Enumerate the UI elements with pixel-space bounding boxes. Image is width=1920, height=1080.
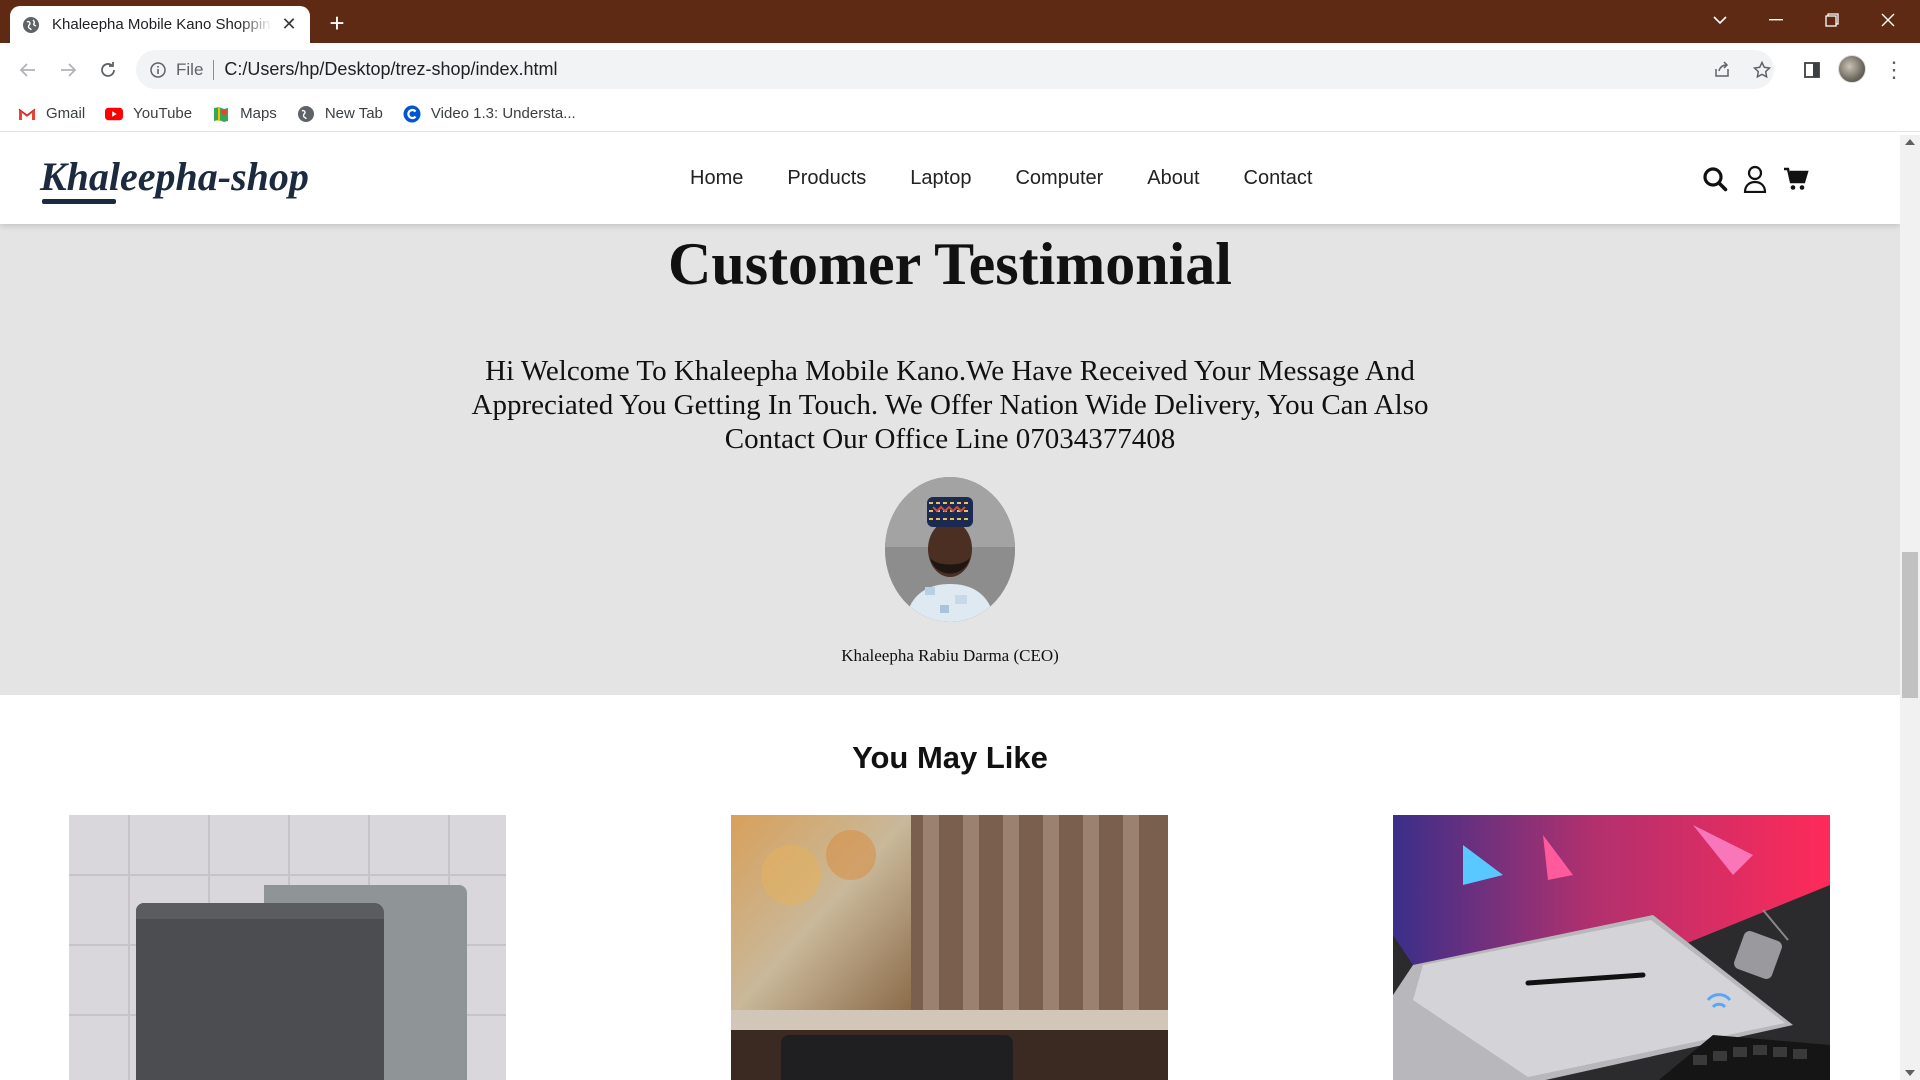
nav-products[interactable]: Products: [787, 167, 866, 190]
bookmark-label: New Tab: [324, 105, 383, 122]
site-nav: Home Products Laptop Computer About Cont…: [690, 167, 1356, 190]
nav-about[interactable]: About: [1147, 167, 1199, 190]
page-scrollbar[interactable]: [1900, 135, 1920, 1080]
tab-title: Khaleepha Mobile Kano Shopping: [52, 16, 272, 33]
product-image-laptop-2[interactable]: [731, 815, 1168, 1080]
scroll-up-arrow-icon[interactable]: [1905, 139, 1915, 145]
site-header: Khaleepha-shop Home Products Laptop Comp…: [0, 135, 1900, 224]
nav-home[interactable]: Home: [690, 167, 743, 190]
forward-arrow-icon[interactable]: [52, 54, 84, 86]
site-logo[interactable]: Khaleepha-shop: [40, 153, 309, 200]
user-icon[interactable]: [1741, 165, 1769, 193]
scroll-down-arrow-icon[interactable]: [1905, 1070, 1915, 1076]
bookmarks-bar: Gmail YouTube Maps New Tab Video 1.3: Un…: [0, 96, 1920, 132]
side-panel-icon[interactable]: [1796, 54, 1828, 86]
scrollbar-thumb[interactable]: [1902, 552, 1918, 698]
bookmark-youtube[interactable]: YouTube: [105, 105, 192, 123]
restore-button[interactable]: [1804, 0, 1860, 40]
testimonial-author: Khaleepha Rabiu Darma (CEO): [841, 646, 1059, 665]
minimize-button[interactable]: [1748, 0, 1804, 40]
share-icon[interactable]: [1706, 54, 1738, 86]
globe-icon: [22, 16, 40, 34]
tab-search-icon[interactable]: [1692, 0, 1748, 40]
url-separator: [213, 59, 215, 80]
bookmark-label: Gmail: [46, 105, 86, 122]
info-icon[interactable]: [150, 61, 166, 78]
product-image-laptop-1[interactable]: [69, 815, 506, 1080]
search-icon[interactable]: [1701, 165, 1729, 193]
page-viewport: Khaleepha-shop Home Products Laptop Comp…: [0, 135, 1900, 1080]
address-bar[interactable]: File C:/Users/hp/Desktop/trez-shop/index…: [136, 50, 1774, 89]
testimonial-title: Customer Testimonial: [668, 231, 1232, 297]
globe-icon: [297, 105, 315, 123]
close-window-button[interactable]: [1860, 0, 1916, 40]
testimonial-section: Customer Testimonial Hi Welcome To Khale…: [0, 224, 1900, 695]
logo-underline: [42, 199, 116, 204]
youtube-icon: [105, 105, 124, 123]
bookmark-label: Maps: [240, 105, 277, 122]
ceo-avatar: [885, 477, 1015, 622]
url-text[interactable]: C:/Users/hp/Desktop/trez-shop/index.html: [224, 59, 557, 80]
gmail-icon: [18, 105, 36, 123]
coursera-icon: [403, 105, 421, 123]
bookmark-coursera-video[interactable]: Video 1.3: Understa...: [403, 105, 576, 123]
bookmark-new-tab[interactable]: New Tab: [297, 105, 383, 123]
product-image-gaming-setup[interactable]: [1393, 815, 1830, 1080]
maps-icon: [212, 105, 230, 123]
profile-avatar[interactable]: [1838, 55, 1866, 83]
browser-title-bar: Khaleepha Mobile Kano Shopping ✕ +: [0, 0, 1920, 43]
browser-tab[interactable]: Khaleepha Mobile Kano Shopping ✕: [10, 6, 310, 43]
you-may-like-title: You May Like: [852, 740, 1048, 775]
back-arrow-icon[interactable]: [12, 54, 44, 86]
new-tab-button[interactable]: +: [322, 8, 352, 38]
bookmark-maps[interactable]: Maps: [212, 105, 277, 123]
bookmark-label: Video 1.3: Understa...: [430, 105, 576, 122]
bookmark-label: YouTube: [133, 105, 193, 122]
nav-computer[interactable]: Computer: [1015, 167, 1103, 190]
cart-icon[interactable]: [1782, 165, 1810, 193]
testimonial-text: Hi Welcome To Khaleepha Mobile Kano.We H…: [471, 355, 1429, 455]
url-scheme: File: [176, 59, 204, 79]
bookmark-gmail[interactable]: Gmail: [18, 105, 85, 123]
kebab-menu-icon[interactable]: ⋮: [1880, 54, 1908, 86]
close-tab-icon[interactable]: ✕: [280, 14, 298, 34]
nav-laptop[interactable]: Laptop: [910, 167, 971, 190]
nav-contact[interactable]: Contact: [1244, 167, 1313, 190]
reload-icon[interactable]: [92, 54, 124, 86]
bookmark-star-icon[interactable]: [1746, 54, 1778, 86]
browser-toolbar: File C:/Users/hp/Desktop/trez-shop/index…: [0, 43, 1920, 96]
